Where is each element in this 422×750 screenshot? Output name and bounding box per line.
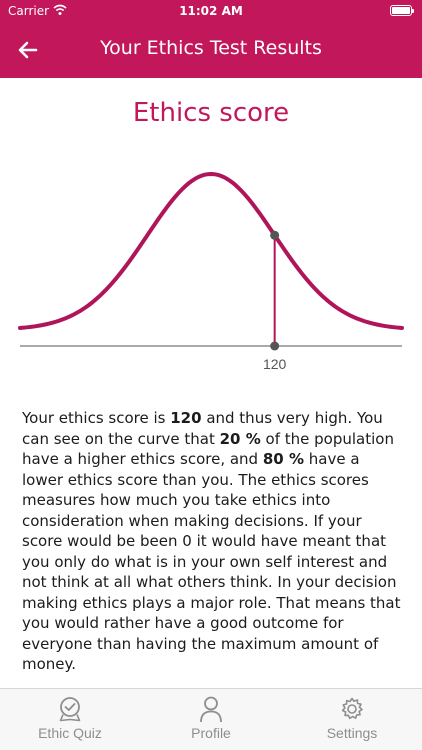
score-axis-point (270, 341, 280, 351)
tab-settings[interactable]: Settings (282, 689, 422, 750)
status-bar: Carrier 11:02 AM (0, 0, 422, 22)
person-icon (200, 696, 222, 723)
score-tick-label: 120 (263, 356, 287, 372)
tab-label: Settings (326, 725, 378, 741)
tab-bar: Ethic Quiz Profile Settings (0, 688, 422, 750)
checkmark-badge-icon (59, 697, 81, 722)
score-value: 120 (170, 409, 202, 427)
percent-higher: 20 % (219, 429, 261, 448)
bell-curve-chart: 120 (18, 171, 404, 372)
tab-profile[interactable]: Profile (141, 689, 281, 750)
gear-icon (341, 697, 363, 720)
bell-curve-line (18, 171, 404, 330)
tab-label: Ethic Quiz (38, 725, 102, 741)
result-text-part: Your ethics score is (22, 409, 171, 427)
battery-icon (390, 5, 414, 16)
chart-title: Ethics score (132, 98, 290, 128)
percent-lower: 80 % (262, 450, 304, 468)
page-title: Your Ethics Test Results (100, 37, 322, 59)
score-marker-point (270, 230, 280, 240)
tab-label: Profile (191, 725, 231, 741)
result-description: Your ethics score is 120 and thus very h… (22, 408, 402, 688)
result-text-part: have a lower ethics score than you. The … (22, 450, 401, 673)
nav-bar: Your Ethics Test Results (0, 22, 422, 78)
tab-ethic-quiz[interactable]: Ethic Quiz (0, 689, 140, 750)
clock: 11:02 AM (179, 4, 243, 18)
